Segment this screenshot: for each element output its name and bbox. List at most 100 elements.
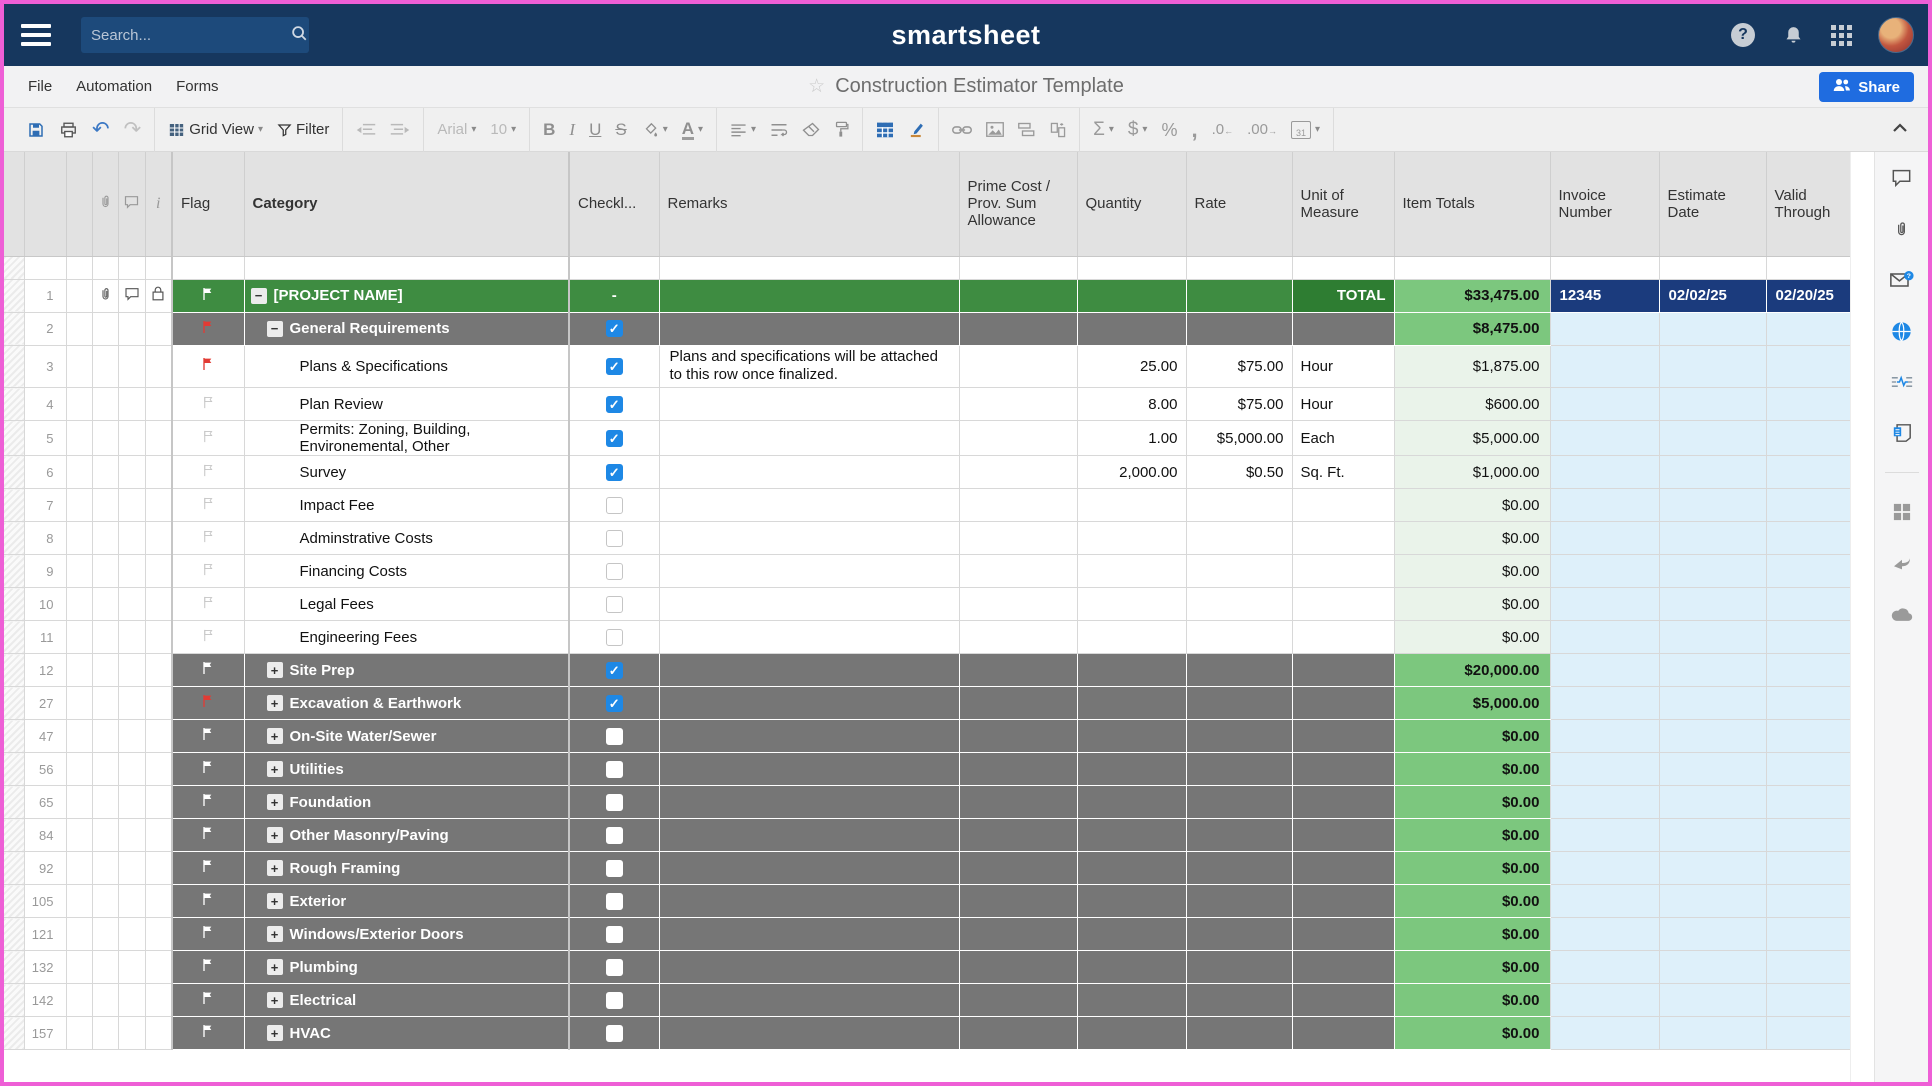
invoice-cell[interactable] <box>1550 819 1659 852</box>
item-total-cell[interactable]: $0.00 <box>1394 588 1550 621</box>
attachment-cell[interactable] <box>92 312 118 345</box>
expand-icon[interactable]: + <box>267 728 283 744</box>
column-header-prime-cost[interactable]: Prime Cost / Prov. Sum Allowance <box>959 152 1077 256</box>
invoice-cell[interactable] <box>1550 720 1659 753</box>
row-number[interactable]: 12 <box>24 654 66 687</box>
filter-icon[interactable]: Filter <box>270 115 336 145</box>
valid-through-cell[interactable] <box>1766 345 1855 388</box>
comment-cell[interactable] <box>118 951 145 984</box>
flag-cell[interactable] <box>172 456 244 489</box>
prime-cost-cell[interactable] <box>959 345 1077 388</box>
prime-cost-cell[interactable] <box>959 951 1077 984</box>
prime-cost-cell[interactable] <box>959 687 1077 720</box>
valid-through-cell[interactable] <box>1766 753 1855 786</box>
attachment-cell[interactable] <box>92 555 118 588</box>
estimate-date-cell[interactable] <box>1659 852 1766 885</box>
row-number[interactable]: 65 <box>24 786 66 819</box>
underline-icon[interactable]: U <box>582 115 608 145</box>
column-header-valid-through[interactable]: Valid Through <box>1766 152 1855 256</box>
valid-through-cell[interactable] <box>1766 885 1855 918</box>
remarks-cell[interactable] <box>659 555 959 588</box>
lock-cell[interactable] <box>145 720 172 753</box>
gutter-cell[interactable] <box>66 345 92 388</box>
category-cell[interactable]: Plan Review <box>244 388 569 421</box>
comment-cell[interactable] <box>118 687 145 720</box>
grid-row-5[interactable]: 5Permits: Zoning, Building, Environement… <box>4 421 1855 456</box>
flag-cell[interactable] <box>172 621 244 654</box>
column-header-rate[interactable]: Rate <box>1186 152 1292 256</box>
unit-cell[interactable]: TOTAL <box>1292 279 1394 312</box>
prime-cost-cell[interactable] <box>959 852 1077 885</box>
rate-cell[interactable] <box>1186 687 1292 720</box>
gutter-cell[interactable] <box>66 885 92 918</box>
category-cell[interactable]: −[PROJECT NAME] <box>244 279 569 312</box>
rate-cell[interactable] <box>1186 1017 1292 1050</box>
rate-cell[interactable] <box>1186 951 1292 984</box>
attachment-cell[interactable] <box>92 720 118 753</box>
invoice-cell[interactable] <box>1550 621 1659 654</box>
outdent-icon[interactable] <box>349 115 383 145</box>
quantity-cell[interactable] <box>1077 654 1186 687</box>
vertical-scrollbar[interactable] <box>1850 152 1874 1082</box>
rate-cell[interactable] <box>1186 312 1292 345</box>
grid-row-1[interactable]: 1−[PROJECT NAME]-TOTAL$33,475.001234502/… <box>4 279 1855 312</box>
estimate-date-cell[interactable] <box>1659 621 1766 654</box>
unit-cell[interactable] <box>1292 852 1394 885</box>
gutter-cell[interactable] <box>66 852 92 885</box>
checklist-cell[interactable] <box>569 555 659 588</box>
link-icon[interactable] <box>945 115 979 145</box>
invoice-cell[interactable] <box>1550 852 1659 885</box>
grid-row-6[interactable]: 6Survey✓2,000.00$0.50Sq. Ft.$1,000.00 <box>4 456 1855 489</box>
app-launcher-icon[interactable] <box>1831 25 1852 46</box>
unit-cell[interactable] <box>1292 555 1394 588</box>
flag-cell[interactable] <box>172 1017 244 1050</box>
row-drag-handle[interactable] <box>4 1017 24 1050</box>
row-drag-handle[interactable] <box>4 588 24 621</box>
lock-cell[interactable] <box>145 819 172 852</box>
row-drag-handle[interactable] <box>4 753 24 786</box>
invoice-cell[interactable] <box>1550 654 1659 687</box>
item-total-cell[interactable]: $0.00 <box>1394 951 1550 984</box>
quantity-cell[interactable] <box>1077 852 1186 885</box>
search-input[interactable] <box>91 27 290 44</box>
checklist-cell[interactable]: - <box>569 279 659 312</box>
valid-through-cell[interactable] <box>1766 852 1855 885</box>
unit-cell[interactable] <box>1292 489 1394 522</box>
category-cell[interactable]: +Rough Framing <box>244 852 569 885</box>
flag-cell[interactable] <box>172 421 244 456</box>
quantity-cell[interactable] <box>1077 819 1186 852</box>
comment-cell[interactable] <box>118 456 145 489</box>
remarks-cell[interactable] <box>659 951 959 984</box>
grid-row-27[interactable]: 27+Excavation & Earthwork✓$5,000.00 <box>4 687 1855 720</box>
unit-cell[interactable]: Each <box>1292 421 1394 456</box>
expand-icon[interactable]: + <box>267 827 283 843</box>
update-requests-icon[interactable]: ? <box>1890 268 1914 292</box>
prime-cost-cell[interactable] <box>959 786 1077 819</box>
grid-row-7[interactable]: 7Impact Fee$0.00 <box>4 489 1855 522</box>
grid-row-12[interactable]: 12+Site Prep✓$20,000.00 <box>4 654 1855 687</box>
invoice-cell[interactable] <box>1550 456 1659 489</box>
flag-cell[interactable] <box>172 885 244 918</box>
gutter-cell[interactable] <box>66 421 92 456</box>
checkbox-checked[interactable]: ✓ <box>606 396 623 413</box>
checkbox-unchecked[interactable] <box>606 827 623 844</box>
decimal-increase-icon[interactable]: .00→ <box>1240 115 1284 145</box>
row-drag-handle[interactable] <box>4 852 24 885</box>
estimate-date-cell[interactable] <box>1659 786 1766 819</box>
lock-cell[interactable] <box>145 388 172 421</box>
print-icon[interactable] <box>52 115 85 145</box>
checklist-cell[interactable] <box>569 786 659 819</box>
prime-cost-cell[interactable] <box>959 621 1077 654</box>
unit-cell[interactable] <box>1292 522 1394 555</box>
grid-row-8[interactable]: 8Adminstrative Costs$0.00 <box>4 522 1855 555</box>
unit-cell[interactable] <box>1292 753 1394 786</box>
menu-file[interactable]: File <box>28 78 52 95</box>
gutter-cell[interactable] <box>66 279 92 312</box>
unit-cell[interactable] <box>1292 654 1394 687</box>
remarks-cell[interactable] <box>659 720 959 753</box>
arial-icon[interactable]: Arial▾ <box>430 115 483 145</box>
remarks-cell[interactable] <box>659 489 959 522</box>
checklist-cell[interactable] <box>569 621 659 654</box>
checklist-cell[interactable] <box>569 753 659 786</box>
checkbox-checked[interactable]: ✓ <box>606 695 623 712</box>
